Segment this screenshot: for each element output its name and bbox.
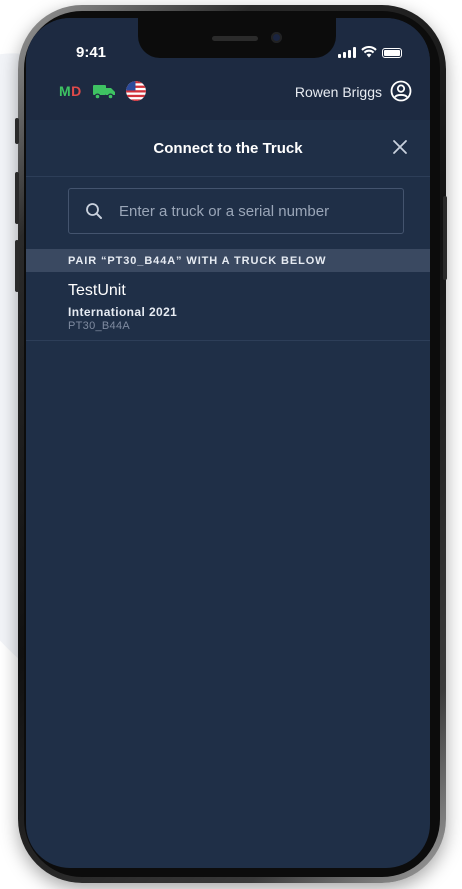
pair-section-title: PAIR “PT30_B44A” WITH A TRUCK BELOW bbox=[68, 255, 327, 267]
status-icons bbox=[338, 46, 402, 58]
user-account-icon[interactable] bbox=[390, 80, 412, 102]
truck-list-item[interactable]: TestUnit International 2021 PT30_B44A bbox=[26, 272, 430, 341]
duty-status-letter-m: M bbox=[59, 83, 72, 99]
truck-serial: PT30_B44A bbox=[68, 320, 131, 332]
front-camera bbox=[271, 32, 282, 43]
sheet-header: Connect to the Truck bbox=[26, 120, 430, 177]
truck-model: International 2021 bbox=[68, 305, 178, 319]
volume-up-button bbox=[15, 172, 19, 224]
phone-notch bbox=[138, 18, 336, 58]
app-header: MD Rowen Briggs bbox=[26, 70, 430, 120]
mute-switch bbox=[15, 118, 19, 144]
status-time: 9:41 bbox=[76, 44, 107, 61]
user-name[interactable]: Rowen Briggs bbox=[295, 84, 382, 100]
close-icon[interactable] bbox=[392, 139, 408, 155]
app-screen: 9:41 MD Rowen Briggs Connect to the Truc… bbox=[26, 18, 430, 868]
volume-down-button bbox=[15, 240, 19, 292]
us-flag-icon[interactable] bbox=[126, 81, 146, 101]
search-input[interactable] bbox=[119, 189, 389, 233]
speaker-grille bbox=[212, 36, 258, 41]
power-button bbox=[443, 196, 447, 280]
home-indicator bbox=[163, 854, 293, 859]
battery-icon bbox=[382, 48, 402, 58]
signal-icon bbox=[338, 47, 356, 58]
duty-status-badge[interactable]: MD bbox=[59, 83, 82, 99]
pair-section-header: PAIR “PT30_B44A” WITH A TRUCK BELOW bbox=[26, 249, 430, 272]
truck-icon[interactable] bbox=[92, 82, 116, 100]
duty-status-letter-d: D bbox=[71, 83, 82, 99]
search-icon bbox=[86, 203, 102, 219]
search-field[interactable] bbox=[68, 188, 404, 234]
sheet-title: Connect to the Truck bbox=[153, 140, 303, 157]
truck-name: TestUnit bbox=[68, 282, 126, 299]
wifi-icon bbox=[361, 46, 377, 58]
